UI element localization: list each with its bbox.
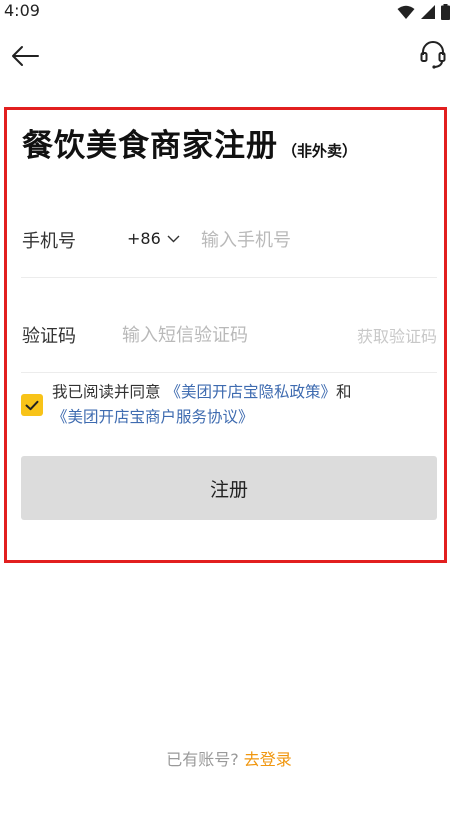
headset-icon: [420, 40, 446, 70]
arrow-left-icon: [10, 45, 40, 67]
title-main: 餐饮美食商家注册: [22, 128, 278, 164]
top-bar: [0, 36, 458, 76]
agreement-text: 我已阅读并同意 《美团开店宝隐私政策》和 《美团开店宝商户服务协议》: [52, 380, 442, 430]
page-title: 餐饮美食商家注册 （非外卖）: [22, 120, 357, 165]
chevron-down-icon: [167, 235, 180, 243]
status-bar: 4:09: [0, 0, 458, 26]
title-subtitle: （非外卖）: [282, 142, 358, 160]
login-hint: 已有账号?: [166, 750, 239, 769]
phone-label: 手机号: [22, 231, 76, 252]
login-link[interactable]: 去登录: [244, 750, 292, 769]
country-code-select[interactable]: +86: [127, 229, 180, 248]
signal-icon: [421, 4, 435, 20]
status-icons: [397, 4, 450, 20]
login-prompt: 已有账号? 去登录: [0, 746, 458, 770]
customer-service-button[interactable]: [418, 38, 448, 72]
agreement-prefix: 我已阅读并同意: [52, 383, 161, 401]
sms-code-input[interactable]: [120, 319, 334, 351]
wifi-icon: [397, 5, 415, 20]
divider: [21, 277, 437, 278]
back-button[interactable]: [8, 40, 42, 72]
service-agreement-link[interactable]: 《美团开店宝商户服务协议》: [52, 408, 254, 426]
code-label: 验证码: [22, 326, 76, 347]
agreement-conjunction: 和: [335, 383, 352, 401]
code-row: 验证码 获取验证码: [21, 307, 437, 361]
phone-input[interactable]: [199, 224, 433, 256]
divider: [21, 372, 437, 373]
checkmark-icon: [25, 400, 39, 411]
get-code-button[interactable]: 获取验证码: [357, 323, 437, 347]
agreement-checkbox[interactable]: [21, 394, 43, 416]
battery-icon: [441, 4, 450, 20]
privacy-policy-link[interactable]: 《美团开店宝隐私政策》: [165, 383, 336, 401]
phone-row: 手机号 +86: [21, 212, 437, 266]
status-time: 4:09: [4, 1, 40, 20]
register-button[interactable]: 注册: [21, 456, 437, 520]
country-code-value: +86: [127, 229, 161, 248]
